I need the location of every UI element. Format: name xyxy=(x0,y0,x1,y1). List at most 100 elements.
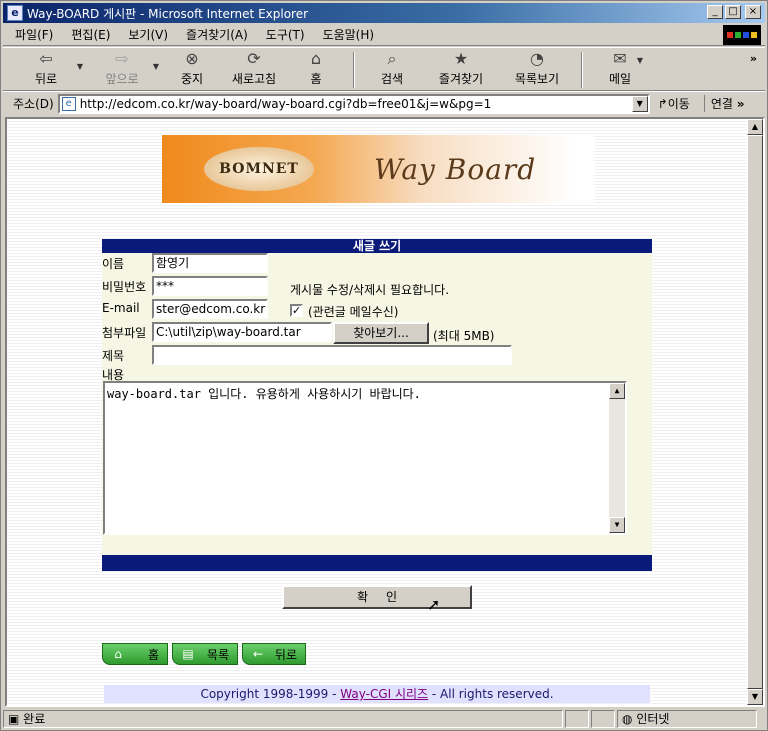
go-arrow-icon: ↱ xyxy=(657,97,668,111)
mouse-cursor-icon: ➚ xyxy=(427,595,441,614)
search-icon: ⌕ xyxy=(387,49,397,68)
refresh-button[interactable]: ⟳ 새로고침 xyxy=(223,48,285,90)
scroll-up-icon[interactable]: ▲ xyxy=(609,383,625,399)
way-cgi-link[interactable]: Way-CGI 시리즈 xyxy=(340,687,428,701)
mail-dropdown-icon[interactable]: ▼ xyxy=(637,56,643,65)
way-board-banner: BOMNET Way Board xyxy=(162,135,594,203)
form-footer-bar xyxy=(102,555,652,571)
toolbar: ⇦ 뒤로 ▼ ⇨ 앞으로 ▼ ⊗ 중지 ⟳ 새로고침 ⌂ 홈 ⌕ 검색 ★ 즐겨… xyxy=(3,47,765,91)
subject-input[interactable] xyxy=(152,345,512,365)
content-textarea[interactable]: way-board.tar 입니다. 유용하게 사용하시기 바랍니다. ▲ ▼ xyxy=(103,381,627,535)
password-hint: 게시물 수정/삭제시 필요합니다. xyxy=(290,283,450,297)
browse-button[interactable]: 찾아보기... xyxy=(333,322,429,344)
ie-icon: e xyxy=(7,5,23,21)
home-nav-button[interactable]: ⌂ 홈 xyxy=(102,643,168,665)
links-button[interactable]: 연결 » xyxy=(703,95,745,112)
status-bar: ▣ 완료 ◍ 인터넷 xyxy=(3,709,765,729)
notify-checkbox[interactable]: ✓ xyxy=(290,304,303,317)
internet-globe-icon: ◍ xyxy=(622,712,633,726)
email-label: E-mail xyxy=(102,301,140,315)
window-title: Way-BOARD 게시판 - Microsoft Internet Explo… xyxy=(27,6,309,21)
toolbar-separator xyxy=(353,52,355,88)
menu-help[interactable]: 도움말(H) xyxy=(323,26,375,43)
search-button[interactable]: ⌕ 검색 xyxy=(361,48,423,90)
menu-tools[interactable]: 도구(T) xyxy=(266,26,305,43)
title-bar: e Way-BOARD 게시판 - Microsoft Internet Exp… xyxy=(3,3,765,23)
maximize-button[interactable]: □ xyxy=(725,5,741,19)
history-button[interactable]: ◔ 목록보기 xyxy=(499,48,575,90)
name-label: 이름 xyxy=(102,257,125,271)
subject-label: 제목 xyxy=(102,349,125,363)
scroll-up-icon[interactable]: ▲ xyxy=(747,119,763,135)
mail-button[interactable]: ✉ 메일 ▼ xyxy=(589,48,651,90)
window-controls: _ □ × xyxy=(707,5,761,19)
favorites-button[interactable]: ★ 즐겨찾기 xyxy=(423,48,499,90)
document-icon: ▤ xyxy=(182,647,194,661)
page-icon: e xyxy=(61,96,76,111)
page-viewport: BOMNET Way Board 새글 쓰기 이름 함영기 비밀번호 *** 게… xyxy=(5,117,765,707)
back-dropdown-icon[interactable]: ▼ xyxy=(77,62,83,71)
menu-favorites[interactable]: 즐겨찾기(A) xyxy=(186,26,248,43)
home-icon: ⌂ xyxy=(310,49,322,68)
home-icon: ⌂ xyxy=(114,647,122,661)
toolbar-separator xyxy=(581,52,583,88)
form-header: 새글 쓰기 xyxy=(102,239,652,253)
address-url: http://edcom.co.kr/way-board/way-board.c… xyxy=(79,96,492,111)
web-page: BOMNET Way Board 새글 쓰기 이름 함영기 비밀번호 *** 게… xyxy=(7,119,749,705)
email-input[interactable]: ster@edcom.co.kr xyxy=(152,299,268,319)
home-button[interactable]: ⌂ 홈 xyxy=(285,48,347,90)
back-nav-button[interactable]: ← 뒤로 xyxy=(242,643,306,665)
links-more-icon: » xyxy=(736,97,745,111)
refresh-icon: ⟳ xyxy=(247,49,261,68)
content-text: way-board.tar 입니다. 유용하게 사용하시기 바랍니다. xyxy=(107,387,421,401)
menu-view[interactable]: 보기(V) xyxy=(128,26,168,43)
address-input[interactable]: e http://edcom.co.kr/way-board/way-board… xyxy=(57,93,650,114)
back-arrow-icon: ⇦ xyxy=(39,49,53,68)
forward-dropdown-icon[interactable]: ▼ xyxy=(153,62,159,71)
list-nav-button[interactable]: ▤ 목록 xyxy=(172,643,238,665)
confirm-button[interactable]: 확인 xyxy=(282,585,472,609)
scroll-down-icon[interactable]: ▼ xyxy=(747,689,763,705)
forward-arrow-icon: ⇨ xyxy=(115,49,129,68)
status-cell xyxy=(591,710,615,728)
go-button[interactable]: ↱이동 xyxy=(658,95,690,112)
address-dropdown-icon[interactable]: ▼ xyxy=(631,95,648,112)
status-text-cell: ▣ 완료 xyxy=(3,710,563,728)
attach-max-note: (최대 5MB) xyxy=(433,329,495,343)
status-page-icon: ▣ xyxy=(8,712,20,726)
toolbar-more-icon[interactable]: » xyxy=(750,52,757,65)
scroll-down-icon[interactable]: ▼ xyxy=(609,517,625,533)
zone-cell: ◍ 인터넷 xyxy=(617,710,757,728)
windows-logo-icon xyxy=(723,25,761,45)
mail-icon: ✉ xyxy=(613,49,627,68)
history-icon: ◔ xyxy=(530,49,544,68)
menu-file[interactable]: 파일(F) xyxy=(15,26,53,43)
browser-window: e Way-BOARD 게시판 - Microsoft Internet Exp… xyxy=(0,0,768,731)
favorites-icon: ★ xyxy=(453,49,469,68)
address-label: 주소(D) xyxy=(13,97,54,111)
banner-title: Way Board xyxy=(374,152,537,186)
menu-bar: 파일(F) 편집(E) 보기(V) 즐겨찾기(A) 도구(T) 도움말(H) xyxy=(3,24,765,46)
status-cell xyxy=(565,710,589,728)
menu-edit[interactable]: 편집(E) xyxy=(71,26,110,43)
address-bar: 주소(D) e http://edcom.co.kr/way-board/way… xyxy=(3,91,765,115)
stop-icon: ⊗ xyxy=(185,49,199,68)
post-form: 이름 함영기 비밀번호 *** 게시물 수정/삭제시 필요합니다. E-mail… xyxy=(102,253,652,555)
page-scrollbar[interactable]: ▲ ▼ xyxy=(747,119,763,705)
textarea-scrollbar[interactable]: ▲ ▼ xyxy=(609,383,625,533)
attach-label: 첨부파일 xyxy=(102,326,147,340)
back-button[interactable]: ⇦ 뒤로 ▼ xyxy=(15,48,83,90)
password-input[interactable]: *** xyxy=(152,276,268,296)
scroll-thumb[interactable] xyxy=(747,135,763,689)
password-label: 비밀번호 xyxy=(102,280,147,294)
bomnet-logo: BOMNET xyxy=(204,147,314,191)
notify-label: (관련글 메일수신) xyxy=(308,305,399,319)
left-arrow-icon: ← xyxy=(252,647,264,661)
close-button[interactable]: × xyxy=(745,5,761,19)
attach-input[interactable]: C:\util\zip\way-board.tar xyxy=(152,322,332,342)
forward-button[interactable]: ⇨ 앞으로 ▼ xyxy=(91,48,159,90)
stop-button[interactable]: ⊗ 중지 xyxy=(161,48,223,90)
minimize-button[interactable]: _ xyxy=(707,5,723,19)
copyright-bar: Copyright 1998-1999 - Way-CGI 시리즈 - All … xyxy=(104,685,650,703)
name-input[interactable]: 함영기 xyxy=(152,253,268,273)
